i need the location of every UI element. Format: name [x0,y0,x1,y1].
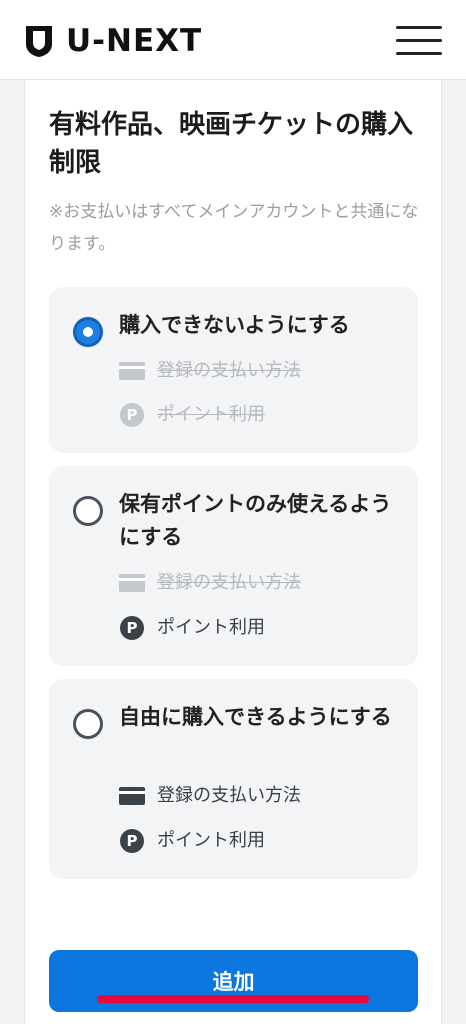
radio-unselected-icon[interactable] [73,709,103,739]
credit-card-icon [119,358,145,384]
settings-card: 有料作品、映画チケットの購入制限 ※お支払いはすべてメインアカウントと共通になり… [24,80,442,1024]
feature-text: ポイント利用 [157,404,265,425]
shield-logo-icon [26,26,52,57]
app-header: U-NEXT [0,0,466,80]
logo-text: U-NEXT [66,23,203,59]
point-icon: P [120,829,144,853]
hamburger-menu-icon[interactable] [394,24,444,58]
feature-point-usage: P ポイント利用 [119,828,265,854]
feature-text: ポイント利用 [157,830,265,851]
section-title: 有料作品、映画チケットの購入制限 [49,110,414,178]
feature-card-payment: 登録の支払い方法 [119,358,301,384]
option-label: 保有ポイントのみ使えるようにする [119,492,392,549]
option-label: 自由に購入できるようにする [119,705,392,729]
point-icon: P [120,403,144,427]
option-block-purchase[interactable]: 購入できないようにする 登録の支払い方法 P ポイント利用 [49,287,418,453]
radio-selected-icon[interactable] [73,317,103,347]
logo[interactable]: U-NEXT [24,22,202,60]
feature-text: 登録の支払い方法 [157,572,301,593]
option-label: 購入できないようにする [119,313,350,337]
feature-text: ポイント利用 [157,617,265,638]
option-block-points-only[interactable]: 保有ポイントのみ使えるようにする 登録の支払い方法 P ポイント利用 [49,466,418,666]
feature-text: 登録の支払い方法 [157,360,301,381]
feature-card-payment: 登録の支払い方法 [119,783,301,809]
feature-point-usage: P ポイント利用 [119,402,265,428]
feature-point-usage: P ポイント利用 [119,615,265,641]
point-icon: P [120,616,144,640]
feature-text: 登録の支払い方法 [157,785,301,806]
credit-card-icon [119,783,145,809]
radio-unselected-icon[interactable] [73,496,103,526]
option-block-free-purchase[interactable]: 自由に購入できるようにする 登録の支払い方法 P ポイント利用 [49,679,418,879]
annotation-underline [97,995,369,1003]
payment-note: ※お支払いはすべてメインアカウントと共通になります。 [49,202,419,254]
feature-card-payment: 登録の支払い方法 [119,570,301,596]
credit-card-icon [119,570,145,596]
